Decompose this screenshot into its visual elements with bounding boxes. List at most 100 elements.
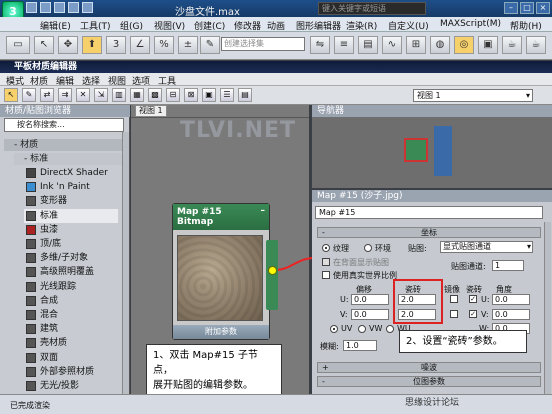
environ-radio[interactable] — [364, 244, 372, 252]
noise-rollout[interactable]: + 噪波 — [317, 362, 541, 373]
view-dropdown[interactable]: 视图 1 — [413, 89, 533, 102]
mapping-dropdown[interactable]: 显式贴图通道 — [440, 241, 533, 253]
uv-radio[interactable] — [330, 325, 338, 333]
search-input[interactable]: 键入关键字或短语 — [318, 2, 426, 15]
node-additional-params[interactable]: 附加参数 — [173, 325, 269, 339]
browser-search-input[interactable]: 按名称搜索... — [4, 118, 124, 132]
render-production-icon[interactable]: ☕ — [502, 36, 522, 54]
menu-graph-editors[interactable]: 图形编辑器 — [296, 19, 341, 32]
save-file-icon[interactable] — [54, 2, 65, 13]
mirror-u-checkbox[interactable] — [450, 295, 458, 303]
browser-item[interactable]: 混合 — [24, 308, 118, 322]
output-dot-icon[interactable] — [268, 266, 277, 275]
browser-scrollbar[interactable] — [122, 132, 129, 394]
toggle-params-icon[interactable]: ☰ — [220, 88, 234, 102]
show-map-back-checkbox[interactable] — [322, 258, 330, 266]
angle-u-field[interactable]: 0.0 — [492, 294, 530, 305]
toggle-navigator-icon[interactable]: ▣ — [202, 88, 216, 102]
show-map-icon[interactable]: ▦ — [130, 88, 144, 102]
maximize-button[interactable]: □ — [520, 2, 534, 14]
close-button[interactable]: × — [536, 2, 550, 14]
mirror-icon[interactable]: ⇋ — [310, 36, 330, 54]
menu-group[interactable]: 组(G) — [120, 19, 143, 32]
browser-item[interactable]: 变形器 — [24, 194, 118, 208]
browser-item[interactable]: 外部参照材质 — [24, 365, 118, 379]
minimize-button[interactable]: – — [504, 2, 518, 14]
pick-material-icon[interactable]: ✎ — [22, 88, 36, 102]
open-file-icon[interactable] — [40, 2, 51, 13]
browser-item[interactable]: 无光/投影 — [24, 379, 118, 393]
angle-snap-icon[interactable]: ∠ — [130, 36, 150, 54]
browser-item[interactable]: 合成 — [24, 294, 118, 308]
layer-manager-icon[interactable]: ▤ — [358, 36, 378, 54]
select-manipulate-icon[interactable]: ⬆ — [82, 36, 102, 54]
map-channel-field[interactable]: 1 — [492, 260, 524, 271]
map-name-field[interactable]: Map #15 — [315, 206, 543, 219]
wu-radio[interactable] — [386, 325, 394, 333]
offset-u-field[interactable]: 0.0 — [351, 294, 389, 305]
blur-field[interactable]: 1.0 — [343, 340, 377, 351]
move-icon[interactable]: ✥ — [58, 36, 78, 54]
texture-radio[interactable] — [322, 244, 330, 252]
undo-icon[interactable] — [68, 2, 79, 13]
select-object-icon[interactable]: ↖ — [34, 36, 54, 54]
browser-item[interactable]: 壳材质 — [24, 336, 118, 350]
browser-item[interactable]: 建筑 — [24, 322, 118, 336]
move-children-icon[interactable]: ⇲ — [94, 88, 108, 102]
assign-material-icon[interactable]: ⇉ — [58, 88, 72, 102]
browser-item[interactable]: Ink 'n Paint — [24, 180, 118, 194]
curve-editor-icon[interactable]: ∿ — [382, 36, 402, 54]
show-background-icon[interactable]: ▩ — [148, 88, 162, 102]
layout-children-icon[interactable]: ⊠ — [184, 88, 198, 102]
edit-named-selection-icon[interactable]: ✎ — [200, 36, 220, 54]
align-icon[interactable]: ≡ — [334, 36, 354, 54]
menu-maxscript[interactable]: MAXScript(M) — [440, 19, 501, 29]
param-scrollbar[interactable] — [544, 222, 551, 394]
category-standard[interactable]: - 标准 — [14, 153, 122, 165]
render-iterative-icon[interactable]: ☕ — [526, 36, 546, 54]
menu-animation[interactable]: 动画 — [267, 19, 285, 32]
browser-item[interactable]: DirectX Shader — [24, 166, 118, 180]
collapse-icon[interactable]: – — [261, 206, 266, 216]
select-filter-icon[interactable]: ▭ — [6, 36, 30, 54]
tile-v-checkbox[interactable]: ✓ — [469, 310, 477, 318]
rendered-frame-icon[interactable]: ▣ — [478, 36, 498, 54]
snap-icon[interactable]: 3 — [106, 36, 126, 54]
view-tab[interactable]: 视图 1 — [135, 105, 167, 117]
menu-views[interactable]: 视图(V) — [154, 19, 185, 32]
navigator-panel[interactable] — [312, 117, 552, 188]
menu-edit[interactable]: 编辑(E) — [40, 19, 71, 32]
browser-item[interactable]: 高级照明覆盖 — [24, 265, 118, 279]
coordinates-rollout[interactable]: - 坐标 — [317, 227, 541, 238]
map-node[interactable]: Map #15 Bitmap – 附加参数 — [172, 203, 270, 340]
render-setup-icon[interactable]: ◎ — [454, 36, 474, 54]
browser-item[interactable]: 标准 — [24, 208, 118, 223]
browser-item[interactable]: 多维/子对象 — [24, 251, 118, 265]
layout-all-icon[interactable]: ⊟ — [166, 88, 180, 102]
redo-icon[interactable] — [82, 2, 93, 13]
browser-item[interactable]: 光线跟踪 — [24, 280, 118, 294]
spinner-snap-icon[interactable]: ± — [178, 36, 198, 54]
put-to-scene-icon[interactable]: ⇄ — [40, 88, 54, 102]
node-output-socket[interactable] — [266, 240, 278, 310]
mirror-v-checkbox[interactable] — [450, 310, 458, 318]
select-tool-icon[interactable]: ↖ — [4, 88, 18, 102]
menu-create[interactable]: 创建(C) — [194, 19, 225, 32]
browser-item[interactable]: 双面 — [24, 351, 118, 365]
toggle-browser-icon[interactable]: ▤ — [238, 88, 252, 102]
material-editor-icon[interactable]: ◍ — [430, 36, 450, 54]
category-materials[interactable]: - 材质 — [4, 139, 122, 151]
delete-icon[interactable]: ✕ — [76, 88, 90, 102]
vw-radio[interactable] — [358, 325, 366, 333]
schematic-view-icon[interactable]: ⊞ — [406, 36, 426, 54]
tile-u-checkbox[interactable]: ✓ — [469, 295, 477, 303]
percent-snap-icon[interactable]: % — [154, 36, 174, 54]
offset-v-field[interactable]: 0.0 — [351, 309, 389, 320]
browser-item[interactable]: 虫漆 — [24, 223, 118, 237]
menu-customize[interactable]: 自定义(U) — [388, 19, 429, 32]
menu-tools[interactable]: 工具(T) — [80, 19, 111, 32]
named-selection-set-input[interactable]: 创建选择集 — [221, 37, 305, 51]
menu-rendering[interactable]: 渲染(R) — [346, 19, 377, 32]
bitmap-params-rollout[interactable]: - 位图参数 — [317, 376, 541, 387]
real-world-checkbox[interactable] — [322, 271, 330, 279]
